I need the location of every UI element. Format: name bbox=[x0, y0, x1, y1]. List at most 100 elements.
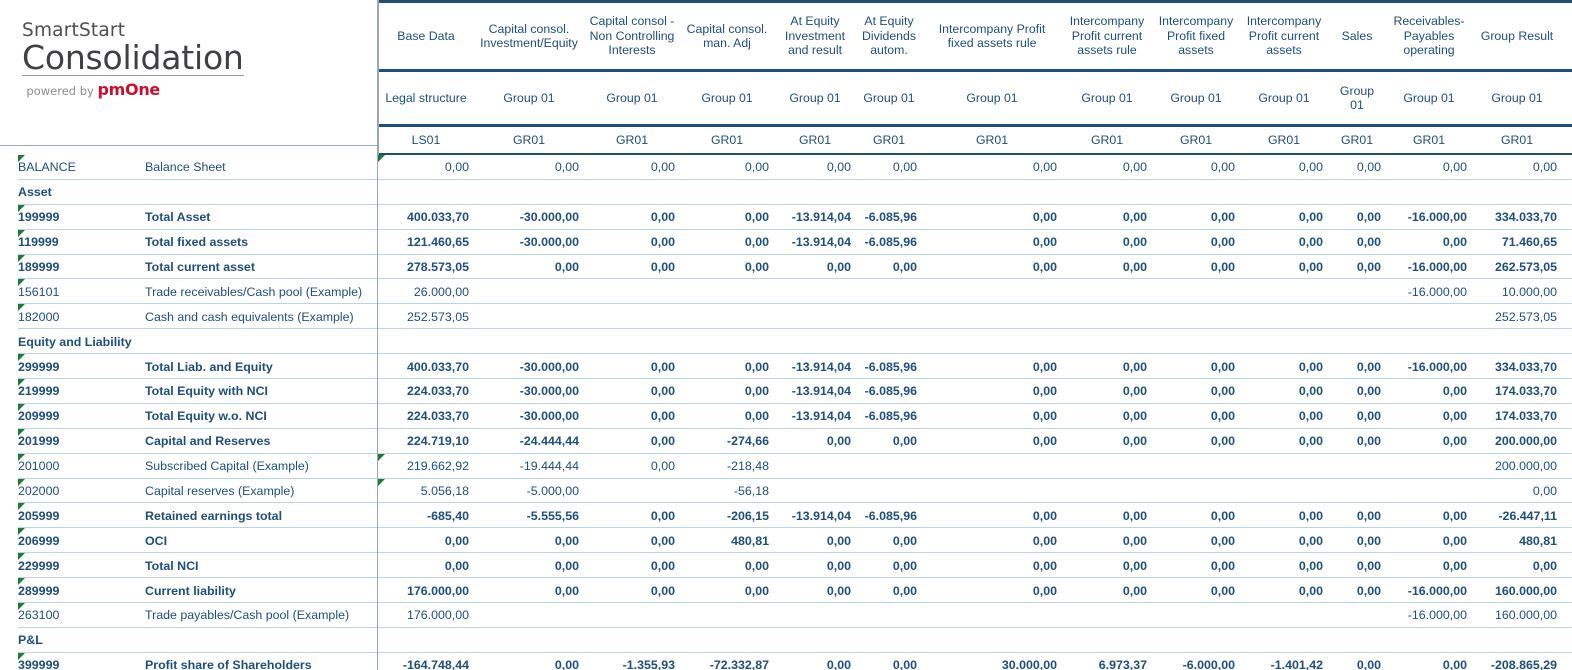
table-row[interactable]: 182000Cash and cash equivalents (Example… bbox=[0, 304, 1572, 329]
row-label-cell[interactable] bbox=[145, 180, 378, 205]
value-cell[interactable]: 10.000,00 bbox=[1472, 279, 1562, 304]
value-cell[interactable]: -13.914,04 bbox=[774, 379, 856, 404]
value-cell[interactable] bbox=[1328, 279, 1386, 304]
section-header-row[interactable]: Asset bbox=[0, 180, 1572, 205]
value-cell[interactable] bbox=[1152, 628, 1240, 653]
table-row[interactable]: 206999OCI0,000,000,00480,810,000,000,000… bbox=[0, 528, 1572, 553]
column-header-1[interactable]: Base Data bbox=[378, 29, 474, 44]
value-cell[interactable] bbox=[1152, 279, 1240, 304]
value-cell[interactable] bbox=[584, 479, 680, 504]
column-header-6[interactable]: Group 01 bbox=[856, 91, 922, 106]
row-label-cell[interactable]: Current liability bbox=[145, 578, 378, 603]
value-cell[interactable] bbox=[1328, 479, 1386, 504]
value-cell[interactable] bbox=[922, 479, 1062, 504]
value-cell[interactable]: 0,00 bbox=[774, 429, 856, 454]
value-cell[interactable] bbox=[774, 479, 856, 504]
value-cell[interactable]: 0,00 bbox=[474, 578, 584, 603]
column-header-13[interactable]: GR01 bbox=[1472, 133, 1562, 148]
value-cell[interactable]: 0,00 bbox=[774, 528, 856, 553]
value-cell[interactable]: 0,00 bbox=[1328, 553, 1386, 578]
row-code-cell[interactable]: BALANCE bbox=[18, 155, 145, 180]
value-cell[interactable] bbox=[584, 279, 680, 304]
value-cell[interactable] bbox=[1240, 628, 1328, 653]
value-cell[interactable]: 176.000,00 bbox=[378, 578, 474, 603]
value-cell[interactable]: 0,00 bbox=[1152, 528, 1240, 553]
value-cell[interactable] bbox=[856, 479, 922, 504]
table-row[interactable]: 156101Trade receivables/Cash pool (Examp… bbox=[0, 279, 1572, 304]
value-cell[interactable] bbox=[680, 180, 774, 205]
value-cell[interactable]: 0,00 bbox=[1062, 255, 1152, 280]
value-cell[interactable] bbox=[1240, 279, 1328, 304]
value-cell[interactable]: 480,81 bbox=[680, 528, 774, 553]
value-cell[interactable]: 0,00 bbox=[1240, 354, 1328, 379]
value-cell[interactable]: -685,40 bbox=[378, 503, 474, 528]
row-label-cell[interactable]: Total Equity with NCI bbox=[145, 379, 378, 404]
value-cell[interactable]: -5.000,00 bbox=[474, 479, 584, 504]
value-cell[interactable] bbox=[774, 304, 856, 329]
column-header-2[interactable]: GR01 bbox=[474, 133, 584, 148]
value-cell[interactable]: 0,00 bbox=[1152, 255, 1240, 280]
value-cell[interactable] bbox=[774, 279, 856, 304]
value-cell[interactable] bbox=[1472, 628, 1562, 653]
value-cell[interactable]: 0,00 bbox=[474, 155, 584, 180]
value-cell[interactable]: 0,00 bbox=[1386, 404, 1472, 429]
value-cell[interactable]: 224.719,10 bbox=[378, 429, 474, 454]
row-label-cell[interactable] bbox=[145, 628, 378, 653]
value-cell[interactable]: 400.033,70 bbox=[378, 205, 474, 230]
value-cell[interactable]: 0,00 bbox=[680, 255, 774, 280]
value-cell[interactable] bbox=[1062, 180, 1152, 205]
value-cell[interactable]: 0,00 bbox=[1062, 528, 1152, 553]
value-cell[interactable]: 0,00 bbox=[474, 528, 584, 553]
value-cell[interactable]: 0,00 bbox=[1240, 429, 1328, 454]
value-cell[interactable] bbox=[856, 628, 922, 653]
value-cell[interactable] bbox=[1386, 454, 1472, 479]
value-cell[interactable]: 0,00 bbox=[1240, 553, 1328, 578]
table-row[interactable]: 299999Total Liab. and Equity400.033,70-3… bbox=[0, 354, 1572, 379]
row-label-cell[interactable]: Capital reserves (Example) bbox=[145, 479, 378, 504]
column-header-12[interactable]: Group 01 bbox=[1386, 91, 1472, 106]
value-cell[interactable]: 0,00 bbox=[584, 578, 680, 603]
row-code-cell[interactable]: 399999 bbox=[18, 653, 145, 670]
value-cell[interactable] bbox=[1386, 628, 1472, 653]
value-cell[interactable]: -30.000,00 bbox=[474, 379, 584, 404]
value-cell[interactable] bbox=[1062, 628, 1152, 653]
value-cell[interactable]: -6.085,96 bbox=[856, 230, 922, 255]
value-cell[interactable]: 0,00 bbox=[680, 404, 774, 429]
value-cell[interactable]: 0,00 bbox=[922, 230, 1062, 255]
value-cell[interactable]: 0,00 bbox=[1328, 354, 1386, 379]
value-cell[interactable] bbox=[1328, 304, 1386, 329]
value-cell[interactable]: 0,00 bbox=[1152, 205, 1240, 230]
value-cell[interactable]: 0,00 bbox=[378, 528, 474, 553]
value-cell[interactable]: 0,00 bbox=[922, 379, 1062, 404]
value-cell[interactable]: 174.033,70 bbox=[1472, 379, 1562, 404]
value-cell[interactable]: 334.033,70 bbox=[1472, 354, 1562, 379]
column-header-9[interactable]: Group 01 bbox=[1152, 91, 1240, 106]
value-cell[interactable]: 278.573,05 bbox=[378, 255, 474, 280]
value-cell[interactable] bbox=[1152, 603, 1240, 628]
column-header-8[interactable]: GR01 bbox=[1062, 133, 1152, 148]
value-cell[interactable]: 0,00 bbox=[922, 528, 1062, 553]
value-cell[interactable]: 0,00 bbox=[1240, 503, 1328, 528]
value-cell[interactable] bbox=[1062, 603, 1152, 628]
value-cell[interactable]: 224.033,70 bbox=[378, 379, 474, 404]
value-cell[interactable] bbox=[1062, 479, 1152, 504]
column-header-13[interactable]: Group 01 bbox=[1472, 91, 1562, 106]
value-cell[interactable]: 0,00 bbox=[1152, 553, 1240, 578]
value-cell[interactable]: 480,81 bbox=[1472, 528, 1562, 553]
column-header-4[interactable]: GR01 bbox=[680, 133, 774, 148]
value-cell[interactable] bbox=[1240, 603, 1328, 628]
value-cell[interactable]: 0,00 bbox=[1240, 205, 1328, 230]
column-header-5[interactable]: Group 01 bbox=[774, 91, 856, 106]
value-cell[interactable]: 0,00 bbox=[584, 379, 680, 404]
value-cell[interactable]: 0,00 bbox=[774, 653, 856, 670]
value-cell[interactable] bbox=[474, 304, 584, 329]
value-cell[interactable]: 0,00 bbox=[1062, 578, 1152, 603]
column-header-7[interactable]: Group 01 bbox=[922, 91, 1062, 106]
value-cell[interactable]: 26.000,00 bbox=[378, 279, 474, 304]
row-code-cell[interactable]: Equity and Liability bbox=[18, 329, 145, 354]
value-cell[interactable]: 0,00 bbox=[1240, 255, 1328, 280]
column-header-3[interactable]: Group 01 bbox=[584, 91, 680, 106]
value-cell[interactable]: 0,00 bbox=[584, 255, 680, 280]
value-cell[interactable] bbox=[1328, 603, 1386, 628]
value-cell[interactable]: -13.914,04 bbox=[774, 503, 856, 528]
